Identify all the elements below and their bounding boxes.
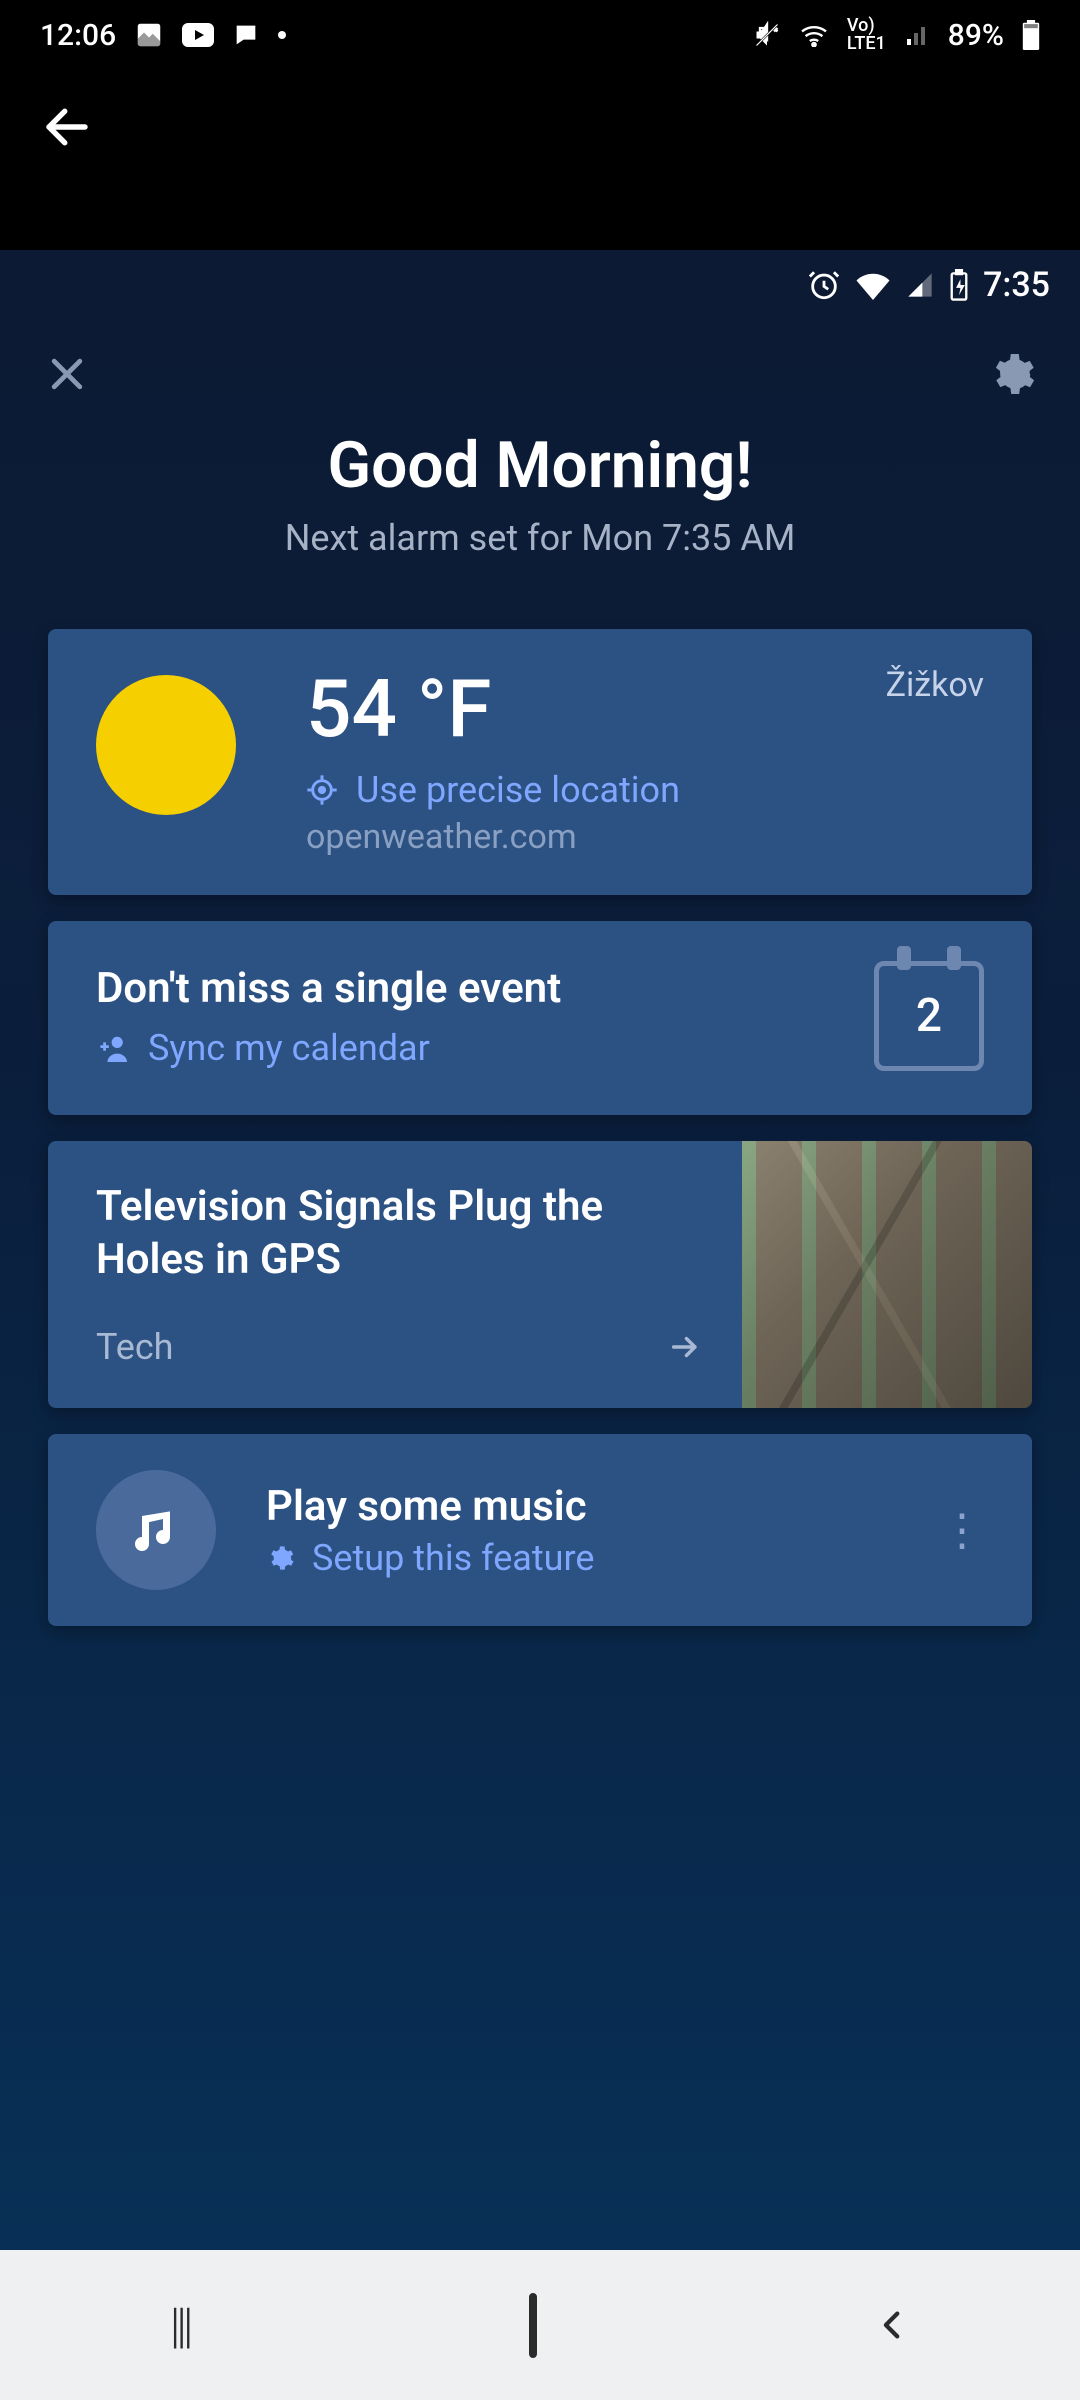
wifi-icon	[799, 23, 829, 47]
calendar-day-number: 2	[916, 989, 942, 1043]
setup-music-link[interactable]: Setup this feature	[266, 1537, 890, 1579]
weather-card[interactable]: 54 °F Use precise location openweather.c…	[48, 629, 1032, 895]
volte-indicator: Vo)LTE1	[847, 17, 886, 53]
battery-icon	[1022, 20, 1040, 50]
chat-icon	[232, 21, 260, 49]
inner-status-bar: 7:35	[0, 250, 1080, 320]
wifi-icon	[855, 270, 891, 300]
signal-icon	[904, 23, 930, 47]
calendar-icon: 2	[874, 961, 984, 1071]
precise-location-label: Use precise location	[356, 769, 680, 811]
setup-music-label: Setup this feature	[312, 1537, 594, 1579]
outer-toolbar	[0, 70, 1080, 250]
back-arrow-icon[interactable]	[40, 100, 94, 154]
more-notifications-dot	[278, 31, 286, 39]
youtube-icon	[182, 23, 214, 47]
inner-clock: 7:35	[983, 265, 1050, 305]
next-alarm-subtitle: Next alarm set for Mon 7:35 AM	[0, 517, 1080, 559]
outer-clock: 12:06	[40, 18, 116, 53]
mute-icon	[753, 21, 781, 49]
temperature-value: 54 °F	[306, 669, 984, 749]
sun-icon	[96, 675, 236, 815]
recents-button[interactable]: |||	[170, 2297, 190, 2354]
calendar-card[interactable]: Don't miss a single event Sync my calend…	[48, 921, 1032, 1115]
news-category: Tech	[96, 1326, 174, 1368]
crosshair-icon	[306, 774, 338, 806]
news-card[interactable]: Television Signals Plug the Holes in GPS…	[48, 1141, 1032, 1408]
music-card[interactable]: Play some music Setup this feature ⋮	[48, 1434, 1032, 1626]
outer-status-bar: 12:06 Vo)LTE1 89%	[0, 0, 1080, 70]
close-icon[interactable]	[45, 352, 89, 396]
back-button[interactable]	[876, 2301, 910, 2349]
gear-icon[interactable]	[987, 350, 1035, 398]
add-person-icon	[96, 1034, 130, 1062]
calendar-title: Don't miss a single event	[96, 964, 844, 1013]
home-button[interactable]	[529, 2297, 537, 2354]
outer-battery-text: 89%	[948, 18, 1004, 53]
arrow-right-icon	[668, 1330, 702, 1364]
news-thumbnail	[742, 1141, 1032, 1408]
alarm-clock-icon	[807, 268, 841, 302]
greeting-title: Good Morning!	[0, 428, 1080, 503]
sync-calendar-link[interactable]: Sync my calendar	[96, 1027, 844, 1069]
gear-small-icon	[266, 1544, 294, 1572]
precise-location-link[interactable]: Use precise location	[306, 769, 984, 811]
music-title: Play some music	[266, 1482, 890, 1531]
kebab-menu-icon[interactable]: ⋮	[940, 1504, 984, 1556]
news-headline: Television Signals Plug the Holes in GPS	[96, 1181, 702, 1286]
battery-charging-icon	[949, 269, 969, 301]
music-note-icon	[96, 1470, 216, 1590]
sync-calendar-label: Sync my calendar	[148, 1027, 430, 1069]
weather-location: Žižkov	[886, 665, 984, 705]
signal-icon	[905, 271, 935, 299]
device-nav-bar: |||	[0, 2250, 1080, 2400]
weather-source: openweather.com	[306, 817, 984, 857]
app-screen: 7:35 Good Morning! Next alarm set for Mo…	[0, 250, 1080, 2250]
gallery-icon	[134, 20, 164, 50]
